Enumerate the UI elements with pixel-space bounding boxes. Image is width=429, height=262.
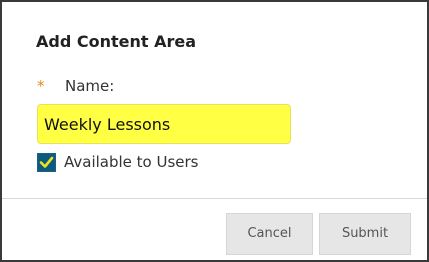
dialog-title: Add Content Area [36, 32, 197, 51]
available-to-users-label: Available to Users [64, 153, 199, 171]
required-indicator: * [37, 77, 45, 95]
submit-button[interactable]: Submit [319, 213, 411, 255]
checkmark-icon [39, 156, 54, 168]
add-content-area-dialog: Add Content Area * Name: Available to Us… [0, 0, 429, 262]
name-field-label: Name: [65, 77, 115, 95]
dialog-footer: Cancel Submit [2, 199, 427, 260]
name-input[interactable] [37, 104, 291, 144]
cancel-button[interactable]: Cancel [226, 213, 313, 255]
available-to-users-checkbox[interactable] [37, 153, 56, 172]
